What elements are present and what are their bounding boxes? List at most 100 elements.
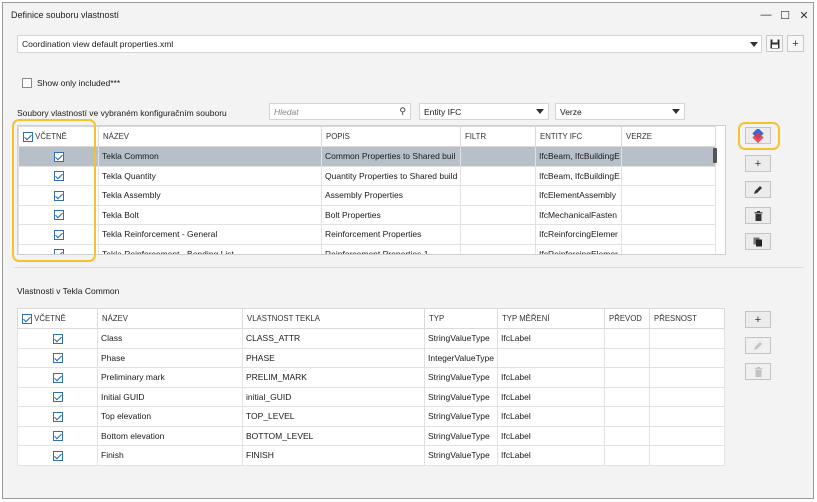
column-header-filter[interactable]: FILTR (460, 126, 536, 147)
tekla-property-cell: FINISH (242, 445, 425, 466)
table-row[interactable]: Top elevation TOP_LEVEL StringValueType Ifc… (17, 406, 725, 427)
filter-cell (460, 243, 536, 254)
column-header-description[interactable]: POPIS (321, 126, 461, 147)
table-row[interactable]: Tekla Common Common Properties to Shared … (18, 146, 716, 167)
conversion-cell (604, 367, 650, 388)
conversion-cell (604, 347, 650, 368)
table-row[interactable]: Finish FINISH StringValueType IfcLabel (17, 445, 725, 466)
name-cell: Tekla Bolt (98, 204, 322, 225)
edit-property-set-button[interactable] (745, 181, 771, 198)
name-cell: Tekla Reinforcement - General (98, 224, 322, 245)
conversion-cell (604, 425, 650, 446)
save-file-button[interactable] (766, 35, 783, 52)
maximize-icon[interactable]: ☐ (776, 6, 794, 24)
search-placeholder: Hledat (274, 107, 299, 117)
table-row[interactable]: Preliminary mark PRELIM_MARK StringValueTy… (17, 367, 725, 388)
scrollbar-thumb[interactable] (713, 148, 717, 163)
precision-cell (649, 445, 725, 466)
type-cell: StringValueType (424, 367, 498, 388)
column-header-precision[interactable]: PŘESNOST (649, 308, 725, 329)
tekla-property-cell: CLASS_ATTR (242, 328, 425, 349)
filter-cell (460, 185, 536, 206)
table-row[interactable]: Tekla Bolt Bolt Properties IfcMechanicalFa… (18, 204, 716, 225)
show-only-checkbox[interactable] (22, 78, 32, 88)
plus-icon: + (754, 313, 762, 326)
version-cell (621, 146, 716, 167)
filter-cell (460, 204, 536, 225)
property-sets-table-container: VČETNĚ NÁZEV POPIS FILTR ENTITY IFC VERZ… (17, 125, 726, 255)
included-checkbox[interactable] (52, 333, 63, 344)
table-header: VČETNĚ NÁZEV VLASTNOST TEKLA TYP TYP MĚŘ… (17, 308, 725, 329)
column-header-conversion[interactable]: PŘEVOD (604, 308, 650, 329)
table-row[interactable]: Class CLASS_ATTR StringValueType IfcLabel (17, 328, 725, 349)
name-cell: Tekla Quantity (98, 165, 322, 186)
close-icon[interactable]: ✕ (795, 6, 813, 24)
included-cell (17, 328, 98, 349)
filter-cell (460, 224, 536, 245)
name-cell: Preliminary mark (97, 367, 243, 388)
included-checkbox[interactable] (52, 392, 63, 403)
version-dropdown-value: Verze (560, 107, 582, 117)
add-property-button[interactable]: + (745, 311, 771, 328)
add-file-button[interactable]: + (787, 35, 804, 52)
table-row[interactable]: Tekla Reinforcement - Bending List Reinfo… (18, 243, 716, 254)
version-dropdown[interactable]: Verze (555, 103, 685, 120)
column-header-tekla-property[interactable]: VLASTNOST TEKLA (242, 308, 425, 329)
name-cell: Bottom elevation (97, 425, 243, 446)
measure-type-cell: IfcLabel (497, 406, 605, 427)
conversion-cell (604, 328, 650, 349)
version-cell (621, 165, 716, 186)
column-header-name[interactable]: NÁZEV (97, 308, 243, 329)
delete-property-button[interactable] (745, 363, 771, 380)
add-property-set-button[interactable]: + (745, 155, 771, 172)
delete-property-set-button[interactable] (745, 207, 771, 224)
table-row[interactable]: Bottom elevation BOTTOM_LEVEL StringValueT… (17, 425, 725, 446)
property-sets-label: Soubory vlastností ve vybraném konfigura… (17, 108, 227, 118)
tekla-property-cell: PHASE (242, 347, 425, 368)
description-cell: Quantity Properties to Shared build (321, 165, 461, 186)
table-row[interactable]: Tekla Assembly Assembly Properties IfcElem… (18, 185, 716, 206)
column-header-included[interactable]: VČETNĚ (17, 308, 98, 329)
tekla-property-cell: initial_GUID (242, 386, 425, 407)
version-cell (621, 185, 716, 206)
included-checkbox[interactable] (52, 353, 63, 364)
table-row[interactable]: Tekla Reinforcement - General Reinforceme… (18, 224, 716, 245)
table-row[interactable]: Tekla Quantity Quantity Properties to Sha… (18, 165, 716, 186)
table-header: VČETNĚ NÁZEV POPIS FILTR ENTITY IFC VERZ… (18, 126, 716, 147)
column-header-entity[interactable]: ENTITY IFC (535, 126, 622, 147)
show-only-included[interactable]: Show only included*** (22, 78, 120, 88)
entity-cell: IfcMechanicalFasten (535, 204, 622, 225)
column-header-name[interactable]: NÁZEV (98, 126, 322, 147)
column-header-measure-type[interactable]: TYP MĚŘENÍ (497, 308, 605, 329)
pencil-icon (754, 185, 762, 194)
measure-type-cell: IfcLabel (497, 386, 605, 407)
edit-property-button[interactable] (745, 337, 771, 354)
included-checkbox[interactable] (52, 450, 63, 461)
column-header-version[interactable]: VERZE (621, 126, 716, 147)
copy-property-set-button[interactable] (745, 233, 771, 250)
included-checkbox[interactable] (52, 431, 63, 442)
tekla-property-cell: BOTTOM_LEVEL (242, 425, 425, 446)
included-cell (17, 406, 98, 427)
search-input[interactable]: Hledat ⚲ (269, 103, 411, 120)
entity-ifc-dropdown[interactable]: Entity IFC (419, 103, 549, 120)
trash-icon (754, 366, 762, 377)
included-checkbox[interactable] (52, 411, 63, 422)
included-checkbox[interactable] (52, 372, 63, 383)
table-row[interactable]: Phase PHASE IntegerValueType (17, 347, 725, 368)
column-header-type[interactable]: TYP (424, 308, 498, 329)
type-cell: StringValueType (424, 328, 498, 349)
name-cell: Initial GUID (97, 386, 243, 407)
show-only-label: Show only included*** (37, 78, 121, 88)
table-row[interactable]: Initial GUID initial_GUID StringValueType I… (17, 386, 725, 407)
select-all-checkbox[interactable] (22, 313, 32, 324)
section-divider (14, 267, 804, 268)
column-label: VČETNĚ (34, 313, 66, 323)
property-file-select[interactable]: Coordination view default properties.xml (17, 35, 762, 53)
type-cell: IntegerValueType (424, 347, 498, 368)
type-cell: StringValueType (424, 386, 498, 407)
minimize-icon[interactable]: — (757, 6, 775, 24)
measure-type-cell: IfcLabel (497, 367, 605, 388)
name-cell: Phase (97, 347, 243, 368)
conversion-cell (604, 406, 650, 427)
